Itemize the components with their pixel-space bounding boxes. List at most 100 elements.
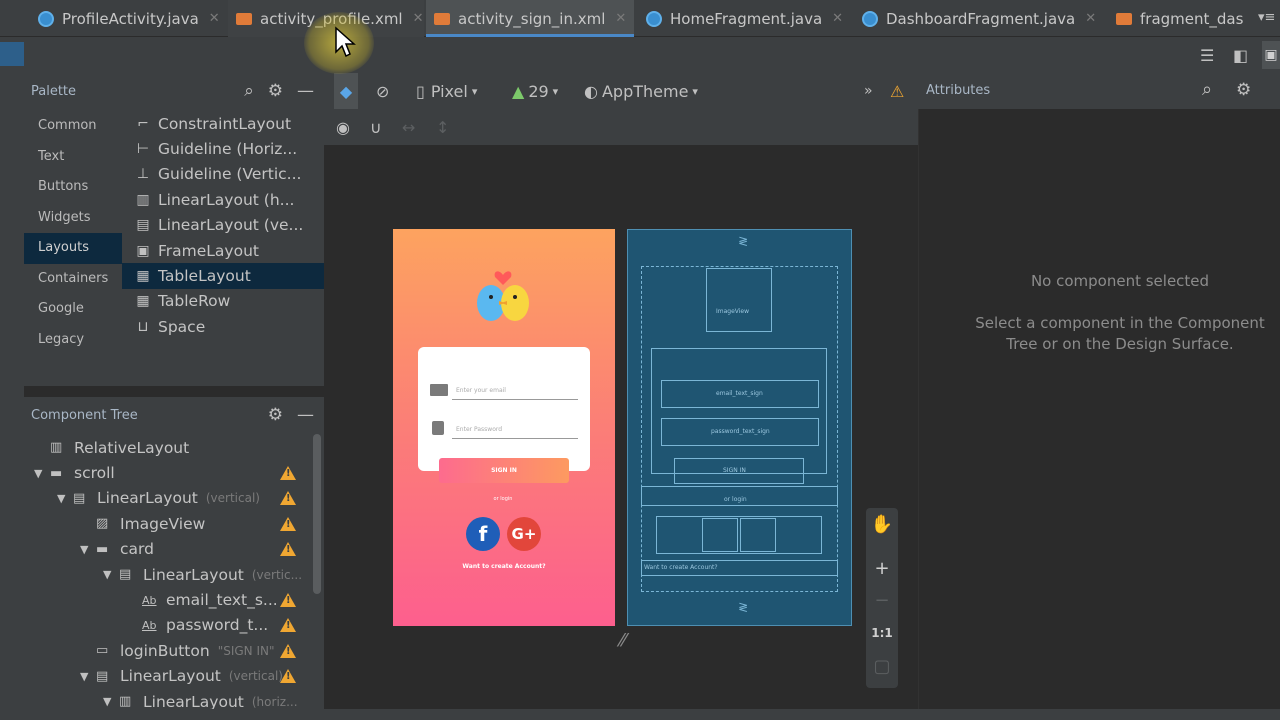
gear-icon[interactable]: ⚙ bbox=[268, 405, 283, 425]
resize-handle-icon[interactable]: ⁄⁄ bbox=[620, 630, 626, 651]
tree-node[interactable]: ▼ ▬ card bbox=[80, 537, 304, 562]
tab-activity-sign-in-xml[interactable]: activity_sign_in.xml ✕ bbox=[426, 0, 634, 37]
warning-icon[interactable] bbox=[280, 491, 296, 506]
phone-icon: ▯ bbox=[416, 81, 425, 101]
palette-item[interactable]: ▣ FrameLayout bbox=[122, 238, 324, 263]
tree-node[interactable]: ▥ RelativeLayout bbox=[34, 435, 304, 460]
expand-arrow-icon[interactable]: ▼ bbox=[80, 543, 96, 556]
palette-category[interactable]: Text bbox=[24, 142, 122, 173]
expand-arrow-icon[interactable]: ▼ bbox=[103, 695, 119, 708]
warning-icon[interactable] bbox=[280, 516, 296, 531]
palette-category[interactable]: Buttons bbox=[24, 172, 122, 203]
expand-arrow-icon[interactable]: ▼ bbox=[80, 670, 96, 683]
tab-profile-activity-java[interactable]: ProfileActivity.java ✕ bbox=[30, 0, 226, 37]
warning-icon[interactable] bbox=[280, 669, 296, 684]
warning-icon[interactable] bbox=[280, 466, 296, 481]
left-tool-strip bbox=[0, 37, 24, 720]
theme-selector[interactable]: ◐ AppTheme ▾ bbox=[584, 73, 698, 109]
tree-node[interactable]: ▼ ▤ LinearLayout (vertic... bbox=[103, 562, 304, 587]
tab-label: fragment_das bbox=[1140, 9, 1244, 28]
tree-node[interactable]: ▼ ▤ LinearLayout (vertical) bbox=[57, 486, 304, 511]
pan-hand-icon[interactable]: ✋ bbox=[866, 514, 898, 535]
tab-home-fragment-java[interactable]: HomeFragment.java ✕ bbox=[638, 0, 850, 37]
component-tree-panel: Component Tree ⚙ — ▥ RelativeLayout ▼ ▬ scro… bbox=[24, 397, 324, 720]
minimize-icon[interactable]: — bbox=[297, 81, 314, 101]
api-level-selector[interactable]: ▲ 29 ▾ bbox=[512, 73, 558, 109]
password-input[interactable]: Enter Password bbox=[456, 426, 502, 433]
tool-window-indicator[interactable] bbox=[0, 42, 24, 66]
palette-category[interactable]: Common bbox=[24, 111, 122, 142]
tree-node[interactable]: ▼ ▬ scroll bbox=[34, 460, 304, 485]
email-input[interactable]: Enter your email bbox=[456, 387, 506, 394]
chevron-down-icon: ▾ bbox=[471, 84, 478, 98]
expand-arrow-icon[interactable]: ▼ bbox=[103, 568, 119, 581]
tab-overflow-icon[interactable]: ▾≡ bbox=[1258, 10, 1275, 25]
tree-scrollbar[interactable] bbox=[313, 434, 321, 594]
blueprint-view[interactable]: ImageView email_text_sign password_text_… bbox=[627, 229, 852, 626]
theme-icon: ◐ bbox=[584, 81, 598, 101]
close-icon[interactable]: ✕ bbox=[413, 11, 424, 26]
design-surface-icon[interactable]: ◆ bbox=[334, 73, 358, 109]
design-view-icon[interactable]: ▣ bbox=[1262, 41, 1280, 69]
xml-layout-icon bbox=[236, 12, 252, 25]
tree-node-label: ImageView bbox=[120, 514, 206, 533]
palette-item[interactable]: ⌐ ConstraintLayout bbox=[122, 111, 324, 136]
palette-category-selected[interactable]: Layouts bbox=[24, 233, 122, 264]
code-view-icon[interactable]: ☰ bbox=[1200, 46, 1214, 65]
palette-item[interactable]: ⊔ Space bbox=[122, 314, 324, 339]
tree-node[interactable]: ▼ ▤ LinearLayout (vertical) bbox=[80, 664, 304, 689]
palette-item[interactable]: ▦ TableRow bbox=[122, 289, 324, 314]
palette-category[interactable]: Containers bbox=[24, 264, 122, 295]
tab-dashboard-fragment-java[interactable]: DashboardFragment.java ✕ bbox=[854, 0, 1108, 37]
expand-arrow-icon[interactable]: ▼ bbox=[57, 492, 73, 505]
tree-node-label: LinearLayout bbox=[97, 489, 198, 508]
palette-item[interactable]: ⊢ Guideline (Horiz... bbox=[122, 136, 324, 161]
expand-arrow-icon[interactable]: ▼ bbox=[34, 467, 50, 480]
tree-node[interactable]: Ab password_t... bbox=[126, 613, 304, 638]
warning-icon[interactable] bbox=[280, 542, 296, 557]
close-icon[interactable]: ✕ bbox=[1085, 11, 1096, 26]
zoom-actual-size[interactable]: 1:1 bbox=[866, 626, 898, 640]
palette-header: Palette ⌕ ⚙ — bbox=[24, 73, 324, 109]
create-account-link[interactable]: Want to create Account? bbox=[440, 563, 568, 570]
palette-item[interactable]: ▤ LinearLayout (ve... bbox=[122, 213, 324, 238]
eye-icon[interactable]: ◉ bbox=[336, 109, 350, 145]
magnet-icon[interactable]: ∪ bbox=[370, 109, 382, 145]
warning-icon[interactable] bbox=[280, 618, 296, 633]
overflow-chevron-icon[interactable]: » bbox=[864, 73, 873, 109]
warning-icon[interactable] bbox=[280, 643, 296, 658]
linear-horizontal-icon: ▥ bbox=[119, 694, 132, 710]
tree-node[interactable]: ▨ ImageView bbox=[80, 511, 304, 536]
orientation-icon[interactable]: ⊘ bbox=[376, 73, 389, 109]
palette-category[interactable]: Google bbox=[24, 294, 122, 325]
close-icon[interactable]: ✕ bbox=[615, 11, 626, 26]
tree-node-label: LinearLayout bbox=[120, 667, 221, 686]
blueprint-imageview-label: ImageView bbox=[716, 308, 750, 315]
linear-horizontal-icon: ▥ bbox=[136, 191, 150, 208]
palette-category[interactable]: Legacy bbox=[24, 325, 122, 356]
tab-label: DashboardFragment.java bbox=[886, 9, 1076, 28]
zoom-in-icon[interactable]: + bbox=[866, 558, 898, 579]
tab-fragment-dashboard-xml[interactable]: fragment_das bbox=[1108, 0, 1256, 37]
close-icon[interactable]: ✕ bbox=[209, 11, 220, 26]
close-icon[interactable]: ✕ bbox=[832, 11, 843, 26]
split-view-icon[interactable]: ◧ bbox=[1233, 46, 1248, 65]
search-icon[interactable]: ⌕ bbox=[244, 81, 254, 101]
gear-icon[interactable]: ⚙ bbox=[1236, 80, 1251, 100]
palette-item[interactable]: ⊥ Guideline (Vertic... bbox=[122, 162, 324, 187]
palette-categories: Common Text Buttons Widgets Layouts Cont… bbox=[24, 111, 122, 355]
gear-icon[interactable]: ⚙ bbox=[268, 81, 283, 101]
tree-node[interactable]: Ab email_text_s... bbox=[126, 587, 304, 612]
warning-icon[interactable]: ⚠ bbox=[890, 73, 904, 109]
sign-in-button[interactable]: SIGN IN bbox=[439, 458, 569, 483]
palette-item[interactable]: ▥ LinearLayout (h... bbox=[122, 187, 324, 212]
warning-icon[interactable] bbox=[280, 593, 296, 608]
facebook-icon[interactable]: f bbox=[466, 517, 500, 551]
palette-item-selected[interactable]: ▦ TableLayout bbox=[122, 263, 324, 289]
palette-category[interactable]: Widgets bbox=[24, 203, 122, 234]
device-selector[interactable]: ▯ Pixel ▾ bbox=[416, 73, 477, 109]
tree-node[interactable]: ▭ loginButton "SIGN IN" bbox=[80, 638, 304, 663]
minimize-icon[interactable]: — bbox=[297, 405, 314, 425]
search-icon[interactable]: ⌕ bbox=[1202, 79, 1212, 100]
google-plus-icon[interactable]: G+ bbox=[507, 517, 541, 551]
